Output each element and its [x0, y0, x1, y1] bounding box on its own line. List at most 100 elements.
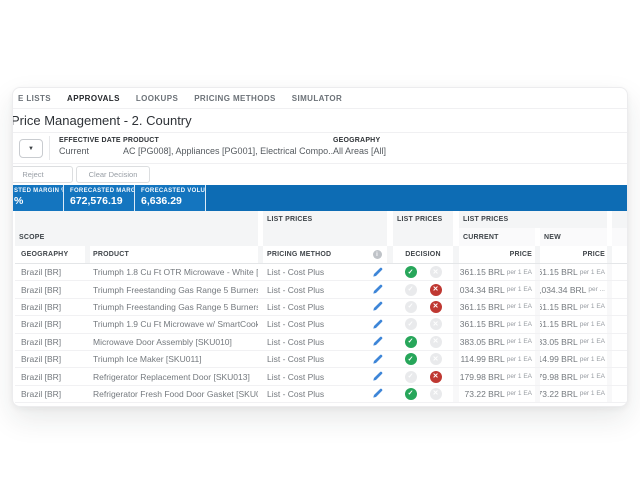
- tab-simulator[interactable]: SIMULATOR: [292, 94, 342, 103]
- col-decision[interactable]: DECISION: [393, 246, 453, 263]
- approve-button[interactable]: ✓: [404, 370, 417, 383]
- row-current-price: 361.15 BRL per 1 EA: [459, 264, 535, 281]
- row-geography: Brazil [BR]: [15, 298, 85, 316]
- approve-button[interactable]: ✓: [404, 335, 417, 348]
- table-row[interactable]: Brazil [BR] Refrigerator Fresh Food Door…: [15, 385, 627, 404]
- reject-decision-button[interactable]: ✕: [429, 335, 442, 348]
- reject-decision-button[interactable]: ✕: [429, 318, 442, 331]
- new-price-unit: per 1 EA: [579, 268, 605, 276]
- col-pricing-method[interactable]: PRICING METHOD: [263, 246, 365, 263]
- product-value: AC [PG008], Appliances [PG001], Electric…: [123, 146, 333, 156]
- table-row[interactable]: Brazil [BR] Triumph 1.9 Cu Ft Microwave …: [15, 316, 627, 334]
- kpi-label: STED MARGIN %: [14, 188, 64, 194]
- reject-button[interactable]: Reject: [13, 166, 73, 183]
- col-price-new[interactable]: PRICE: [540, 246, 607, 263]
- table-row[interactable]: Brazil [BR] Triumph Freestanding Gas Ran…: [15, 281, 627, 299]
- tab-approvals[interactable]: APPROVALS: [67, 94, 120, 103]
- kpi-forecasted-margin-pct: STED MARGIN % %: [13, 185, 64, 211]
- group-label: LIST PRICES: [397, 216, 443, 223]
- row-new-price: 361.15 BRL per 1 EA: [540, 298, 607, 316]
- col-price-current[interactable]: PRICE: [459, 246, 535, 263]
- check-icon: ✓: [407, 355, 414, 363]
- kpi-forecasted-volume: FORECASTED VOLUME 6,636.29: [135, 185, 206, 211]
- current-price-amount: 179.98 BRL: [459, 371, 505, 382]
- pencil-icon: [372, 284, 382, 294]
- table-row[interactable]: Brazil [BR] Triumph Freestanding Gas Ran…: [15, 298, 627, 317]
- col-geography[interactable]: GEOGRAPHY: [15, 246, 85, 263]
- reject-decision-button[interactable]: ✕: [429, 300, 442, 313]
- current-price-unit: per 1 EA: [506, 286, 532, 294]
- row-decision: ✓ ✕: [393, 385, 453, 403]
- approve-button[interactable]: ✓: [404, 266, 417, 279]
- approve-button[interactable]: ✓: [404, 283, 417, 296]
- row-end-spacer: [612, 316, 627, 333]
- edit-price-button[interactable]: [367, 298, 387, 316]
- approve-button[interactable]: ✓: [404, 300, 417, 313]
- clear-decision-button[interactable]: Clear Decision: [76, 166, 150, 183]
- reject-decision-button[interactable]: ✕: [429, 387, 442, 400]
- row-geography: Brazil [BR]: [15, 368, 85, 385]
- product-filter[interactable]: PRODUCT AC [PG008], Appliances [PG001], …: [123, 137, 333, 156]
- edit-price-button[interactable]: [367, 264, 387, 281]
- group-header-row: LIST PRICES LIST PRICES LIST PRICES: [15, 211, 627, 228]
- edit-price-button[interactable]: [367, 316, 387, 333]
- new-price-unit: per 1 EA: [579, 355, 605, 363]
- approve-button[interactable]: ✓: [404, 353, 417, 366]
- expand-dropdown-button[interactable]: ▼: [19, 139, 43, 158]
- tab-pricing-methods[interactable]: PRICING METHODS: [194, 94, 276, 103]
- action-bar: Reject Clear Decision: [13, 164, 627, 185]
- table-row[interactable]: Brazil [BR] Microwave Door Assembly [SKU…: [15, 333, 627, 351]
- scope-group-band: [15, 211, 258, 228]
- col-info[interactable]: i: [367, 246, 387, 263]
- pencil-icon: [372, 319, 382, 329]
- edit-price-button[interactable]: [367, 368, 387, 385]
- geography-filter[interactable]: GEOGRAPHY All Areas [All]: [333, 137, 386, 156]
- check-icon: ✓: [407, 338, 414, 346]
- edit-price-button[interactable]: [367, 281, 387, 298]
- row-product: Triumph Freestanding Gas Range 5 Burners…: [90, 298, 258, 316]
- row-current-price: 179.98 BRL per 1 EA: [459, 368, 535, 385]
- chevron-down-icon: ▼: [28, 145, 34, 152]
- table-row[interactable]: Brazil [BR] Triumph Ice Maker [SKU011] L…: [15, 350, 627, 369]
- pencil-icon: [372, 389, 382, 398]
- subgroup-end: [612, 228, 627, 246]
- kpi-forecasted-margin: FORECASTED MARGIN 672,576.19: [64, 185, 135, 211]
- edit-price-button[interactable]: [367, 385, 387, 403]
- check-icon: ✓: [407, 373, 414, 381]
- table-row[interactable]: Brazil [BR] Refrigerator Replacement Doo…: [15, 368, 627, 386]
- edit-price-button[interactable]: [367, 333, 387, 350]
- x-icon: ✕: [432, 338, 439, 346]
- approve-button[interactable]: ✓: [404, 318, 417, 331]
- effective-date-filter[interactable]: EFFECTIVE DATE Current: [59, 137, 121, 156]
- filter-bar: ▼ EFFECTIVE DATE Current PRODUCT AC [PG0…: [13, 133, 627, 164]
- check-icon: ✓: [407, 320, 414, 328]
- reject-decision-button[interactable]: ✕: [429, 370, 442, 383]
- approve-button[interactable]: ✓: [404, 387, 417, 400]
- page-background: E LISTS APPROVALS LOOKUPS PRICING METHODS SI…: [0, 0, 640, 491]
- row-pricing-method: List - Cost Plus: [263, 350, 365, 368]
- reject-decision-button[interactable]: ✕: [429, 353, 442, 366]
- reject-decision-button[interactable]: ✕: [429, 266, 442, 279]
- edit-price-button[interactable]: [367, 350, 387, 368]
- row-decision: ✓ ✕: [393, 281, 453, 298]
- row-pricing-method: List - Cost Plus: [263, 333, 365, 350]
- reject-decision-button[interactable]: ✕: [429, 283, 442, 296]
- tab-lookups[interactable]: LOOKUPS: [136, 94, 178, 103]
- col-product[interactable]: PRODUCT: [90, 246, 258, 263]
- info-icon: i: [372, 250, 382, 259]
- new-price-amount: 179.98 BRL: [540, 371, 578, 382]
- row-new-price: 73.22 BRL per 1 EA: [540, 385, 607, 403]
- row-geography: Brazil [BR]: [15, 333, 85, 350]
- current-price-unit: per 1 EA: [506, 355, 532, 363]
- row-new-price: 179.98 BRL per 1 EA: [540, 368, 607, 385]
- x-icon: ✕: [432, 390, 439, 398]
- x-icon: ✕: [432, 303, 439, 311]
- x-icon: ✕: [432, 320, 439, 328]
- tab-e-lists[interactable]: E LISTS: [18, 94, 51, 103]
- group-label: LIST PRICES: [463, 216, 509, 223]
- subgroup-spacer: [393, 228, 453, 246]
- row-product: Triumph Freestanding Gas Range 5 Burners…: [90, 281, 258, 298]
- current-subgroup: CURRENT: [459, 228, 535, 246]
- table-row[interactable]: Brazil [BR] Triumph 1.8 Cu Ft OTR Microw…: [15, 264, 627, 282]
- forecast-kpi-bar: STED MARGIN % % FORECASTED MARGIN 672,57…: [13, 185, 627, 211]
